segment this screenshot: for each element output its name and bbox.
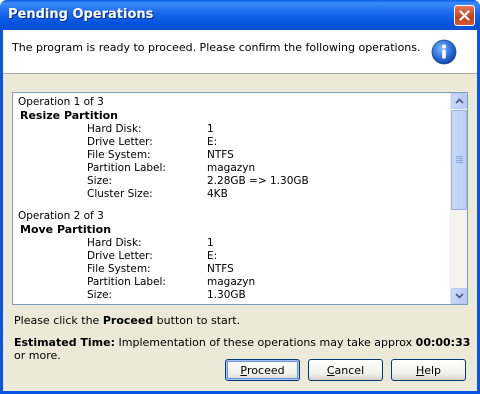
property-row: Size: 2.28GB => 1.30GB <box>18 175 448 188</box>
scroll-up-button[interactable] <box>451 93 467 109</box>
property-label: Drive Letter: <box>87 136 153 148</box>
property-label: Cluster Size: <box>87 188 153 200</box>
property-value: 1 <box>207 123 214 135</box>
property-row: File System: NTFS <box>18 149 448 162</box>
thumb-grip <box>456 160 463 161</box>
cancel-label: ancel <box>334 363 365 377</box>
close-button[interactable] <box>454 5 475 26</box>
property-value: magazyn <box>207 276 256 288</box>
header-band: The program is ready to proceed. Please … <box>3 30 477 74</box>
property-row: Drive Letter: E: <box>18 136 448 149</box>
estimated-time-text: Implementation of these operations may t… <box>115 336 416 349</box>
instruction-prefix: Please click the <box>14 314 103 327</box>
proceed-mnemonic: P <box>240 363 248 377</box>
property-label: File System: <box>87 263 151 275</box>
chevron-up-icon <box>454 98 464 104</box>
operation-title: Operation 1 of 3 <box>18 96 104 108</box>
operation-item: Operation 2 of 3 Move Partition Hard Dis… <box>18 210 448 302</box>
property-row: Hard Disk: 1 <box>18 123 448 136</box>
cancel-button[interactable]: Cancel <box>308 359 383 381</box>
property-value: NTFS <box>207 263 234 275</box>
property-label: File System: <box>87 149 151 161</box>
property-label: Hard Disk: <box>87 123 142 135</box>
property-value: 1.30GB <box>207 289 246 301</box>
estimated-time-label: Estimated Time: <box>14 336 115 349</box>
instruction-suffix: button to start. <box>153 314 241 327</box>
help-mnemonic: H <box>415 363 425 377</box>
property-label: Hard Disk: <box>87 237 142 249</box>
window-title: Pending Operations <box>8 7 154 22</box>
thumb-grip <box>456 158 463 159</box>
scroll-thumb[interactable] <box>451 110 467 210</box>
property-value: NTFS <box>207 149 234 161</box>
property-row: Partition Label: magazyn <box>18 162 448 175</box>
operations-content: Operation 1 of 3 Resize Partition Hard D… <box>18 96 448 304</box>
property-value: E: <box>207 250 218 262</box>
vertical-scrollbar[interactable] <box>450 93 467 304</box>
instruction-bold: Proceed <box>102 314 154 327</box>
dialog-window: Pending Operations The program is ready … <box>0 0 480 394</box>
property-value: 1 <box>207 237 214 249</box>
property-row: File System: NTFS <box>18 263 448 276</box>
property-row: Drive Letter: E: <box>18 250 448 263</box>
property-row: Size: 1.30GB <box>18 289 448 302</box>
help-button[interactable]: Help <box>391 359 466 381</box>
info-icon <box>431 39 457 65</box>
chevron-down-icon <box>454 293 464 299</box>
header-message: The program is ready to proceed. Please … <box>12 41 421 54</box>
property-label: Drive Letter: <box>87 250 153 262</box>
proceed-button[interactable]: Proceed <box>225 359 300 381</box>
property-value: 4KB <box>207 188 228 200</box>
property-row: Hard Disk: 1 <box>18 237 448 250</box>
thumb-grip <box>456 162 463 163</box>
property-label: Partition Label: <box>87 162 166 174</box>
property-row: Cluster Size: 4KB <box>18 188 448 201</box>
operations-list[interactable]: Operation 1 of 3 Resize Partition Hard D… <box>12 92 468 305</box>
operation-name: Move Partition <box>20 223 112 236</box>
property-value: E: <box>207 136 218 148</box>
dialog-body: The program is ready to proceed. Please … <box>3 30 477 391</box>
property-label: Partition Label: <box>87 276 166 288</box>
operation-name: Resize Partition <box>20 109 119 122</box>
proceed-label: roceed <box>247 363 285 377</box>
property-value: magazyn <box>207 162 256 174</box>
close-icon <box>459 10 470 21</box>
scroll-down-button[interactable] <box>451 288 467 304</box>
operation-item: Operation 1 of 3 Resize Partition Hard D… <box>18 96 448 201</box>
property-label: Size: <box>87 289 113 301</box>
help-label: elp <box>424 363 442 377</box>
property-value: 2.28GB => 1.30GB <box>207 175 309 187</box>
operation-title: Operation 2 of 3 <box>18 210 104 222</box>
estimated-time-value: 00:00:33 <box>415 336 471 349</box>
property-label: Size: <box>87 175 113 187</box>
instruction-text: Please click the Proceed button to start… <box>14 314 240 327</box>
estimated-time-suffix: or more. <box>14 349 61 362</box>
property-row: Partition Label: magazyn <box>18 276 448 289</box>
title-bar[interactable]: Pending Operations <box>0 0 480 30</box>
cancel-mnemonic: C <box>326 363 335 377</box>
thumb-grip <box>456 156 463 157</box>
